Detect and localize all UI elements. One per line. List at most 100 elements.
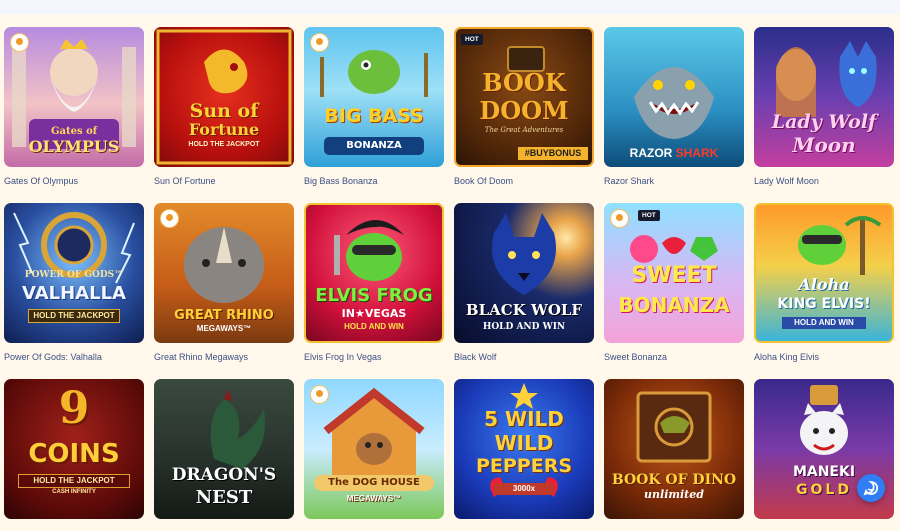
game-name[interactable]: Great Rhino Megaways [154,352,294,362]
game-card-razor-shark[interactable]: RAZOR SHARK Razor Shark [604,27,744,203]
game-card-maneki-gold[interactable]: MANEKI GOLD [754,379,894,531]
art-title-line-1: Aloha [798,275,850,294]
game-card-black-wolf[interactable]: BLACK WOLF HOLD AND WIN Black Wolf [454,203,594,379]
art-title-line-2: MEGAWAYS™ [196,324,252,333]
art-title-line-1: The DOG HOUSE [314,475,434,491]
game-name[interactable]: Power Of Gods: Valhalla [4,352,144,362]
game-card-gates-of-olympus[interactable]: Gates of OLYMPUS Gates Of Olympus [4,27,144,203]
art-title-line-2: BONANZA [618,293,730,317]
game-thumbnail[interactable]: 9 COINS HOLD THE JACKPOT CASH INFINITY [4,379,144,519]
provider-logo-icon [10,33,29,52]
art-title-line-2: COINS [28,439,120,469]
art-title-line-1: 5 WILD [484,407,564,431]
art-title-line-1: RAZOR [629,146,673,160]
game-name[interactable]: Razor Shark [604,176,744,186]
game-name[interactable]: Gates Of Olympus [4,176,144,186]
game-name[interactable]: Big Bass Bonanza [304,176,444,186]
art-title-line-2: IN★VEGAS [341,307,407,320]
art-title-line-2: Fortune [188,120,260,139]
art-subtitle: The Great Adventures [484,126,564,134]
game-thumbnail[interactable]: Sun of Fortune HOLD THE JACKPOT [154,27,294,167]
art-title-line-1: BOOK OF DINO [611,472,737,488]
game-thumbnail[interactable]: BOOK OF DINO unlimited [604,379,744,519]
art-title-line-2: GOLD [796,482,852,498]
game-grid: Gates of OLYMPUS Gates Of Olympus Sun of… [4,27,894,531]
game-card-elvis-frog-in-vegas[interactable]: ELVIS FROG IN★VEGAS HOLD AND WIN Elvis F… [304,203,444,379]
game-thumbnail[interactable]: Aloha KING ELVIS! HOLD AND WIN [754,203,894,343]
art-title-line-1: DRAGON'S [171,465,277,485]
game-name[interactable]: Lady Wolf Moon [754,176,894,186]
art-title-line-1: MANEKI [792,464,856,480]
art-title-line-2: VALHALLA [22,283,126,304]
art-title-line-2: SHARK [675,146,719,160]
game-card-book-of-dino-unlimited[interactable]: BOOK OF DINO unlimited [604,379,744,531]
game-card-big-bass-bonanza[interactable]: BIG BASS BONANZA Big Bass Bonanza [304,27,444,203]
game-name[interactable]: Book Of Doom [454,176,594,186]
art-subtitle: HOLD THE JACKPOT [18,474,130,488]
art-title-row: RAZOR SHARK [604,147,744,159]
game-thumbnail[interactable]: ELVIS FROG IN★VEGAS HOLD AND WIN [304,203,444,343]
hot-badge: HOT [638,210,660,221]
art-subtitle: HOLD THE JACKPOT [28,309,120,323]
game-card-book-of-doom[interactable]: HOT BOOK DOOM The Great Adventures #BUYB… [454,27,594,203]
game-card-lady-wolf-moon[interactable]: Lady Wolf Moon Lady Wolf Moon [754,27,894,203]
game-name[interactable]: Sweet Bonanza [604,352,744,362]
art-title-line-1: Lady Wolf [771,111,877,133]
art-title-line-1: 9 [58,383,90,434]
game-thumbnail[interactable]: BIG BASS BONANZA [304,27,444,167]
art-title-line-1: BIG BASS [324,105,424,127]
game-thumbnail[interactable]: HOT SWEET BONANZA [604,203,744,343]
game-card-great-rhino-megaways[interactable]: GREAT RHINO MEGAWAYS™ Great Rhino Megawa… [154,203,294,379]
game-name[interactable]: Elvis Frog In Vegas [304,352,444,362]
game-thumbnail[interactable]: BLACK WOLF HOLD AND WIN [454,203,594,343]
art-title-line-2: BONANZA [346,140,402,151]
art-tag: CASH INFINITY [52,489,96,495]
art-title-line-2: OLYMPUS [28,137,120,156]
art-title-line-2: WILD [494,431,554,455]
game-card-sun-of-fortune[interactable]: Sun of Fortune HOLD THE JACKPOT Sun Of F… [154,27,294,203]
art-title-line-1: Gates of [50,126,98,137]
art-title-line-2: NEST [195,487,253,508]
game-thumbnail[interactable]: RAZOR SHARK [604,27,744,167]
game-thumbnail[interactable]: Gates of OLYMPUS [4,27,144,167]
art-title-line-1: SWEET [631,263,717,288]
game-card-sweet-bonanza[interactable]: HOT SWEET BONANZA Sweet Bonanza [604,203,744,379]
art-title-line-2: unlimited [644,488,704,501]
art-title-line-1: POWER OF GODS™ [24,270,124,280]
page: Gates of OLYMPUS Gates Of Olympus Sun of… [0,0,900,531]
game-name[interactable]: Sun Of Fortune [154,176,294,186]
hot-badge: HOT [461,34,483,45]
game-thumbnail[interactable]: HOT BOOK DOOM The Great Adventures #BUYB… [454,27,594,167]
provider-logo-icon [160,209,179,228]
game-card-power-of-gods-valhalla[interactable]: POWER OF GODS™ VALHALLA HOLD THE JACKPOT… [4,203,144,379]
art-subtitle: HOLD AND WIN [482,322,566,332]
art-title-line-1: BLACK WOLF [465,301,583,319]
game-card-9-coins[interactable]: 9 COINS HOLD THE JACKPOT CASH INFINITY [4,379,144,531]
art-tag: 3000x [494,483,554,495]
art-subtitle: HOLD AND WIN [782,317,866,329]
art-title-line-1: ELVIS FROG [315,285,433,306]
provider-logo-icon [610,209,629,228]
game-card-aloha-king-elvis[interactable]: Aloha KING ELVIS! HOLD AND WIN Aloha Kin… [754,203,894,379]
art-title-line-1: GREAT RHINO [174,308,274,323]
art-title-line-2: DOOM [479,96,569,125]
game-name[interactable]: Aloha King Elvis [754,352,894,362]
game-thumbnail[interactable]: 5 WILD WILD PEPPERS 3000x [454,379,594,519]
art-tag: #BUYBONUS [518,147,588,160]
game-card-5-wild-wild-peppers[interactable]: 5 WILD WILD PEPPERS 3000x [454,379,594,531]
art-subtitle: PEPPERS [475,455,573,477]
game-thumbnail[interactable]: The DOG HOUSE MEGAWAYS™ [304,379,444,519]
game-name[interactable]: Black Wolf [454,352,594,362]
game-card-the-dog-house-megaways[interactable]: The DOG HOUSE MEGAWAYS™ [304,379,444,531]
game-thumbnail[interactable]: DRAGON'S NEST [154,379,294,519]
game-thumbnail[interactable]: GREAT RHINO MEGAWAYS™ [154,203,294,343]
art-subtitle: HOLD AND WIN [344,322,404,331]
art-title-line-1: Sun of [189,100,259,122]
game-card-dragons-nest[interactable]: DRAGON'S NEST [154,379,294,531]
art-title-line-1: BOOK [482,68,566,97]
art-title-line-2: MEGAWAYS™ [346,494,402,503]
provider-logo-icon [310,33,329,52]
art-subtitle: HOLD THE JACKPOT [188,141,260,148]
game-thumbnail[interactable]: Lady Wolf Moon [754,27,894,167]
game-thumbnail[interactable]: POWER OF GODS™ VALHALLA HOLD THE JACKPOT [4,203,144,343]
